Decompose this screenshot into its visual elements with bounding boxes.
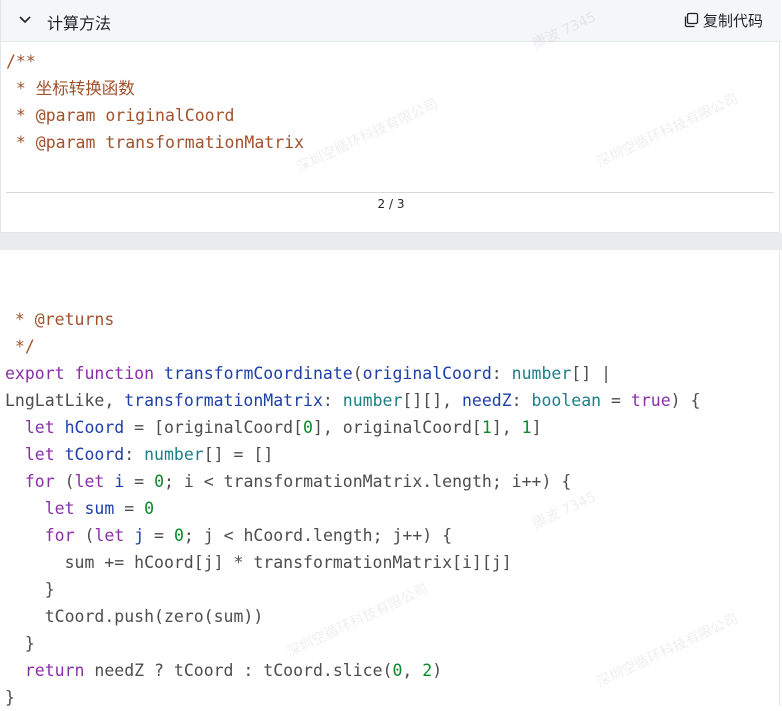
code-block-top: /** * 坐标转换函数 * @param originalCoord * @p… (6, 48, 304, 156)
divider (6, 192, 774, 193)
code-line: LngLatLike, transformationMatrix: number… (5, 391, 701, 410)
code-line: let sum = 0 (44, 499, 155, 518)
code-line: return needZ ? tCoord : tCoord.slice(0, … (24, 661, 443, 680)
code-block-bottom: * @returns */ export function transformC… (5, 306, 700, 711)
code-line: * 坐标转换函数 (6, 79, 135, 98)
code-panel: 计算方法 复制代码 /** * 坐标转换函数 * @param original… (0, 0, 781, 233)
page-indicator: 2 / 3 (377, 197, 405, 211)
copy-icon (684, 12, 699, 28)
panel-title[interactable]: 计算方法 (47, 10, 111, 34)
code-line: } (5, 688, 15, 707)
code-line: for (let j = 0; j < hCoord.length; j++) … (44, 526, 453, 545)
panel-header: 计算方法 复制代码 (1, 0, 781, 42)
code-line: export function transformCoordinate(orig… (5, 364, 612, 383)
code-line: /** (6, 52, 36, 71)
code-line: */ (5, 337, 35, 356)
code-line: tCoord.push(zero(sum)) (5, 607, 264, 626)
code-line: let tCoord: number[] = [] (24, 445, 274, 464)
code-line: } (5, 580, 55, 599)
copy-code-label: 复制代码 (702, 11, 763, 30)
copy-code-button[interactable]: 复制代码 (683, 8, 763, 32)
code-line: sum += hCoord[j] * transformationMatrix[… (5, 553, 512, 572)
code-line: * @returns (5, 310, 115, 329)
code-line: let hCoord = [originalCoord[0], original… (24, 418, 542, 437)
chevron-down-icon[interactable] (17, 12, 33, 28)
code-line: } (5, 634, 35, 653)
code-line: for (let i = 0; i < transformationMatrix… (24, 472, 572, 491)
code-line: * @param transformationMatrix (6, 133, 305, 152)
section-gap (0, 233, 782, 250)
code-line: * @param originalCoord (6, 106, 235, 125)
